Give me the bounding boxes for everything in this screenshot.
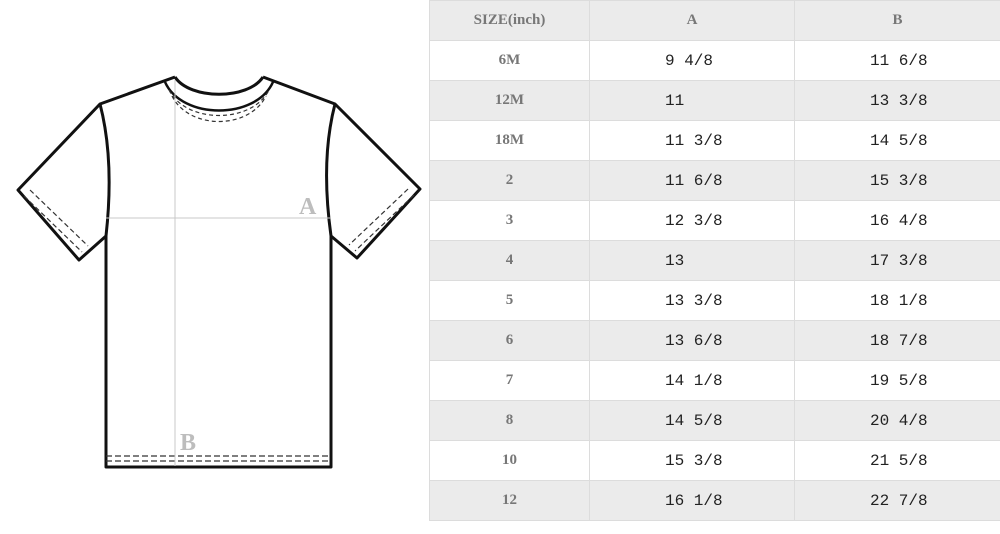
table-row: 12 16 1/8 22 7/8 [429,480,1000,521]
size-chart: SIZE(inch) A B 6M 9 4/8 11 6/8 12M 11 13… [429,0,1000,534]
table-row: 8 14 5/8 20 4/8 [429,400,1000,441]
size-cell: 3 [429,200,590,241]
table-row: 12M 11 13 3/8 [429,80,1000,121]
size-cell: 7 [429,360,590,401]
a-cell: 11 3/8 [589,120,795,161]
size-cell: 12M [429,80,590,121]
table-row: 18M 11 3/8 14 5/8 [429,120,1000,161]
a-cell: 16 1/8 [589,480,795,521]
a-cell: 12 3/8 [589,200,795,241]
table-row: 6M 9 4/8 11 6/8 [429,40,1000,81]
header-size: SIZE(inch) [429,0,590,41]
table-row: 3 12 3/8 16 4/8 [429,200,1000,241]
size-table: SIZE(inch) A B 6M 9 4/8 11 6/8 12M 11 13… [429,0,1000,521]
a-cell: 11 6/8 [589,160,795,201]
tshirt-outline-icon [16,75,422,469]
size-cell: 4 [429,240,590,281]
a-cell: 15 3/8 [589,440,795,481]
header-b: B [794,0,1000,41]
table-row: 10 15 3/8 21 5/8 [429,440,1000,481]
a-cell: 13 [589,240,795,281]
b-cell: 16 4/8 [794,200,1000,241]
b-cell: 13 3/8 [794,80,1000,121]
size-cell: 6M [429,40,590,81]
a-cell: 14 1/8 [589,360,795,401]
b-cell: 20 4/8 [794,400,1000,441]
a-cell: 9 4/8 [589,40,795,81]
a-cell: 13 6/8 [589,320,795,361]
table-row: 6 13 6/8 18 7/8 [429,320,1000,361]
table-header-row: SIZE(inch) A B [429,0,1000,41]
b-cell: 11 6/8 [794,40,1000,81]
b-cell: 19 5/8 [794,360,1000,401]
b-cell: 22 7/8 [794,480,1000,521]
size-cell: 8 [429,400,590,441]
size-cell: 18M [429,120,590,161]
size-cell: 10 [429,440,590,481]
tshirt-diagram: A B [0,0,430,534]
header-a: A [589,0,795,41]
a-cell: 13 3/8 [589,280,795,321]
b-cell: 18 1/8 [794,280,1000,321]
table-row: 5 13 3/8 18 1/8 [429,280,1000,321]
a-cell: 14 5/8 [589,400,795,441]
b-cell: 15 3/8 [794,160,1000,201]
measure-label-b: B [180,430,197,456]
size-cell: 12 [429,480,590,521]
table-row: 4 13 17 3/8 [429,240,1000,281]
measure-label-a: A [299,194,317,220]
table-row: 2 11 6/8 15 3/8 [429,160,1000,201]
size-cell: 6 [429,320,590,361]
b-cell: 21 5/8 [794,440,1000,481]
b-cell: 18 7/8 [794,320,1000,361]
b-cell: 14 5/8 [794,120,1000,161]
b-cell: 17 3/8 [794,240,1000,281]
size-cell: 2 [429,160,590,201]
table-row: 7 14 1/8 19 5/8 [429,360,1000,401]
a-cell: 11 [589,80,795,121]
size-cell: 5 [429,280,590,321]
